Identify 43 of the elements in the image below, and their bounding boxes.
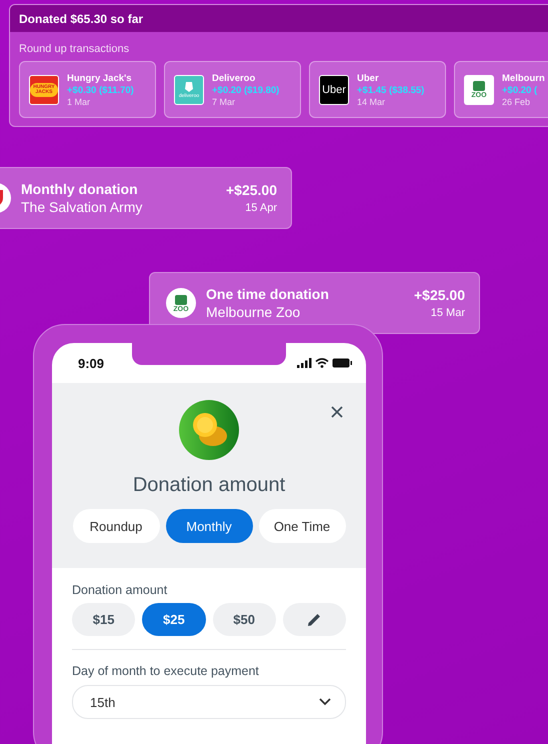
- sheet-title: Donation amount: [132, 474, 286, 497]
- day-select[interactable]: 15th: [72, 685, 346, 719]
- transaction-date: 14 Mar: [357, 96, 386, 106]
- status-time: 9:09: [78, 356, 104, 370]
- roundup-amount: +$1.45 ($38.55): [357, 84, 424, 96]
- chevron-down-icon: [319, 698, 331, 706]
- close-button[interactable]: [330, 405, 344, 419]
- transaction-date: 7 Mar: [212, 96, 236, 106]
- battery-icon: [332, 358, 352, 368]
- roundup-amount: +$0.20 ($19.80): [212, 84, 280, 96]
- coins-icon: [179, 400, 239, 460]
- amount-option[interactable]: $15: [72, 603, 136, 636]
- custom-amount-button[interactable]: [282, 603, 346, 636]
- organisation-name: Melbourne Zoo: [206, 304, 302, 320]
- donation-type: One time donation: [206, 286, 330, 302]
- amount-option[interactable]: $50: [212, 603, 276, 636]
- transaction-date: 1 Mar: [67, 96, 92, 106]
- merchant-name: Uber: [357, 72, 380, 84]
- pencil-icon: [306, 612, 322, 627]
- panel-title: Donated $65.30 so far: [19, 12, 144, 26]
- field-label: Day of month to execute payment: [72, 664, 260, 678]
- roundup-amount: +$0.30 ($11.70): [67, 84, 134, 96]
- wifi-icon: [315, 358, 329, 368]
- donation-date: 15 Mar: [430, 307, 465, 319]
- donation-amount: +$25.00: [226, 182, 277, 198]
- frequency-tab[interactable]: One Time: [258, 509, 346, 543]
- amount-option[interactable]: $25: [142, 603, 206, 636]
- donation-date: 15 Apr: [245, 202, 277, 214]
- transaction-card[interactable]: Uber Uber +$1.45 ($38.55) 14 Mar: [309, 61, 446, 118]
- roundup-amount: +$0.20 (: [502, 84, 538, 96]
- organisation-name: The Salvation Army: [21, 199, 144, 215]
- donation-type: Monthly donation: [21, 181, 139, 197]
- merchant-name: Melbourn: [502, 72, 545, 84]
- field-label: Donation amount: [72, 583, 168, 597]
- merchant-name: Deliveroo: [212, 72, 256, 84]
- merchant-name: Hungry Jack's: [67, 72, 133, 84]
- section-label: Round up transactions: [18, 42, 130, 55]
- transaction-date: 26 Feb: [502, 96, 532, 106]
- signal-icon: [297, 358, 312, 368]
- frequency-tab[interactable]: Roundup: [72, 509, 160, 543]
- donation-amount: +$25.00: [414, 287, 465, 303]
- frequency-tab[interactable]: Monthly: [166, 509, 252, 543]
- ride-logo: Uber: [319, 74, 349, 104]
